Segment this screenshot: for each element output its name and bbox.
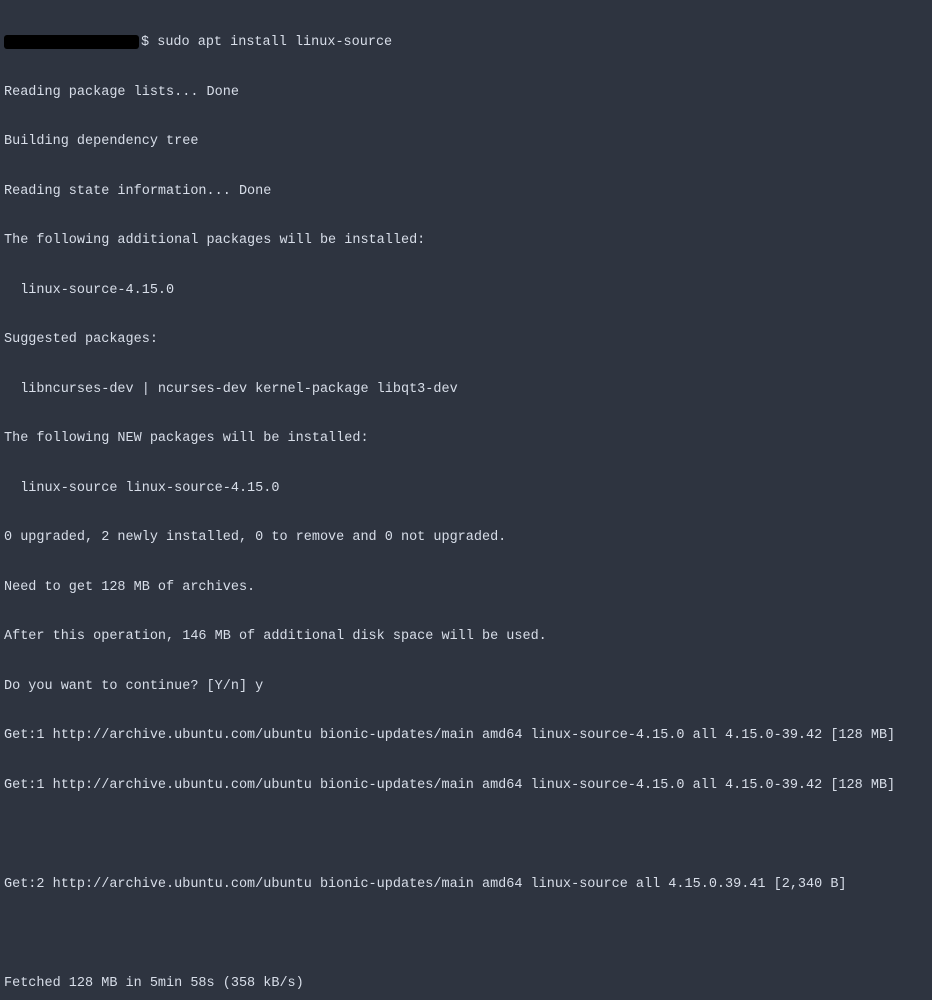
output-line: After this operation, 146 MB of addition…	[4, 629, 928, 646]
output-line: Reading package lists... Done	[4, 85, 928, 102]
output-line	[4, 926, 928, 943]
output-line: Do you want to continue? [Y/n] y	[4, 679, 928, 696]
output-line: Reading state information... Done	[4, 184, 928, 201]
output-line: Building dependency tree	[4, 134, 928, 151]
output-line: Get:1 http://archive.ubuntu.com/ubuntu b…	[4, 778, 928, 795]
output-line: Fetched 128 MB in 5min 58s (358 kB/s)	[4, 976, 928, 993]
output-line: Suggested packages:	[4, 332, 928, 349]
redacted-user-host	[4, 35, 139, 49]
output-line: The following additional packages will b…	[4, 233, 928, 250]
output-line	[4, 827, 928, 844]
terminal-output[interactable]: $ sudo apt install linux-source Reading …	[0, 0, 932, 1000]
output-line: 0 upgraded, 2 newly installed, 0 to remo…	[4, 530, 928, 547]
output-line: The following NEW packages will be insta…	[4, 431, 928, 448]
output-line: Get:1 http://archive.ubuntu.com/ubuntu b…	[4, 728, 928, 745]
output-line: linux-source linux-source-4.15.0	[4, 481, 928, 498]
prompt-symbol: $	[141, 35, 149, 52]
output-line: linux-source-4.15.0	[4, 283, 928, 300]
command-text: sudo apt install linux-source	[157, 35, 392, 52]
prompt-line: $ sudo apt install linux-source	[4, 35, 928, 52]
output-line: libncurses-dev | ncurses-dev kernel-pack…	[4, 382, 928, 399]
output-line: Need to get 128 MB of archives.	[4, 580, 928, 597]
output-line: Get:2 http://archive.ubuntu.com/ubuntu b…	[4, 877, 928, 894]
